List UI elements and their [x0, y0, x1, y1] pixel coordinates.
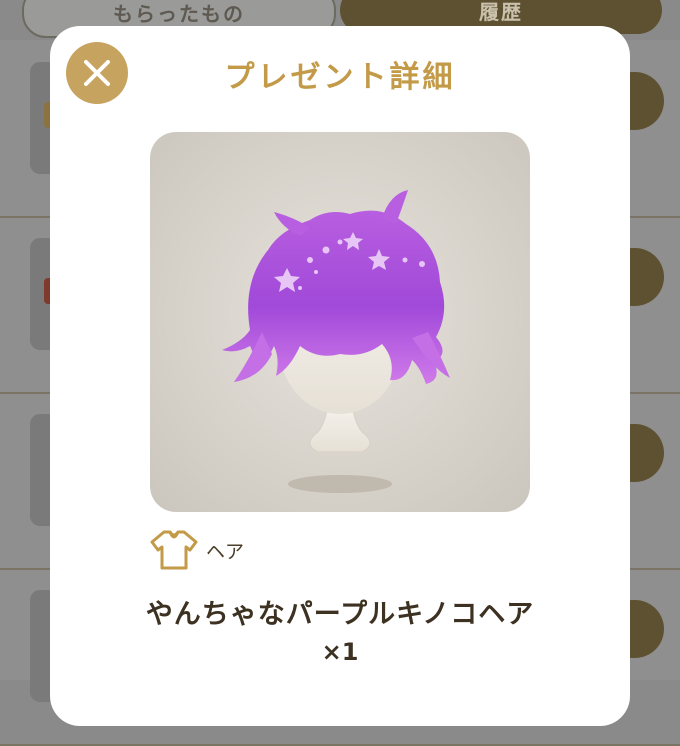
tab-received-label: もらったもの [113, 1, 245, 26]
item-quantity: ×1 [321, 638, 359, 666]
item-image [150, 132, 530, 512]
purple-hair-wig-illustration [222, 190, 450, 493]
shirt-icon [150, 530, 198, 570]
present-detail-modal: プレゼント詳細 ヘア やんちゃなパープルキノコヘア ×1 [50, 26, 630, 726]
item-name: やんちゃなパープルキノコヘア [145, 599, 535, 630]
tab-history-label: 履歴 [479, 0, 523, 24]
category-row: ヘア [150, 528, 244, 572]
category-label: ヘア [206, 540, 245, 563]
modal-title: プレゼント詳細 [224, 60, 456, 95]
